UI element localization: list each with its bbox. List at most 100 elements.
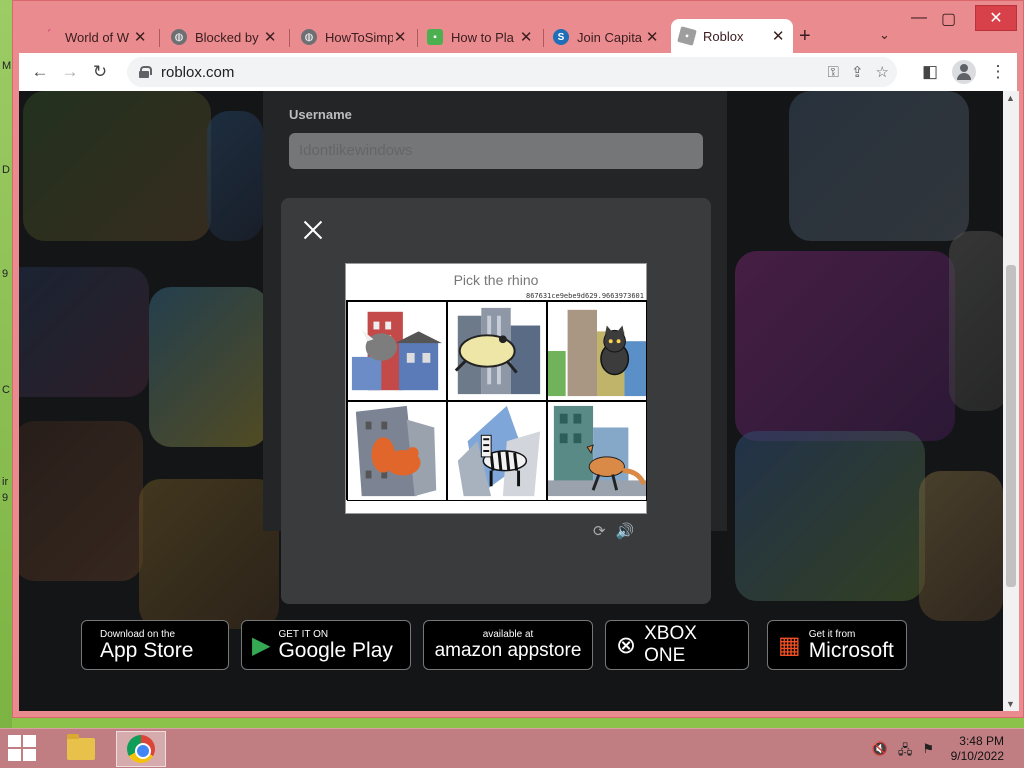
captcha-tile-squirrel[interactable] xyxy=(347,401,447,501)
bookmark-star-icon[interactable]: ☆ xyxy=(876,63,889,81)
tab-search-chevron-icon[interactable]: ⌄ xyxy=(879,27,890,43)
captcha-controls: ⟳ 🔊 xyxy=(593,522,634,540)
forward-arrow-icon[interactable]: → xyxy=(55,57,85,87)
action-center-icon[interactable]: ⚑ xyxy=(922,741,934,763)
xbox-one-badge[interactable]: ⊗ XBOX ONE xyxy=(605,620,749,670)
username-input[interactable]: Idontlikewindows xyxy=(289,133,703,169)
badge-text: GET IT ON Google Play xyxy=(278,629,392,662)
key-icon[interactable]: ⚿ xyxy=(828,64,839,81)
tab-join-capital[interactable]: S Join Capita ✕ xyxy=(545,21,667,53)
audio-icon[interactable]: 🔊 xyxy=(616,522,635,540)
file-explorer-taskbar-button[interactable] xyxy=(56,731,106,767)
lock-icon[interactable] xyxy=(139,66,152,78)
side-panel-icon[interactable]: ◧ xyxy=(915,57,945,87)
scrollbar-thumb[interactable] xyxy=(1006,265,1016,587)
tab-divider xyxy=(159,29,160,47)
captcha-tile-cat[interactable] xyxy=(547,301,647,401)
tab-world-of-warcraft[interactable]: ˊ World of W ✕ xyxy=(33,21,155,53)
scroll-down-icon[interactable]: ▼ xyxy=(1006,699,1015,709)
back-arrow-icon[interactable]: ← xyxy=(25,57,55,87)
tab-label: Join Capita xyxy=(577,29,643,45)
cat-icon xyxy=(548,309,646,397)
tab-close-icon[interactable]: ✕ xyxy=(519,28,533,46)
badge-text: available at amazon appstore xyxy=(435,629,582,662)
google-play-badge[interactable]: ▶ GET IT ON Google Play xyxy=(241,620,411,670)
tab-blocked[interactable]: ◍ Blocked by ✕ xyxy=(163,21,285,53)
captcha-grid xyxy=(346,300,647,501)
browser-window: ˊ World of W ✕ ◍ Blocked by ✕ ◍ HowToSim… xyxy=(12,0,1024,718)
badge-small-text: available at xyxy=(482,628,534,640)
volume-muted-icon[interactable]: 🔇 xyxy=(872,741,888,763)
badge-text: Get it from Microsoft xyxy=(809,629,894,662)
maximize-button[interactable]: ▢ xyxy=(941,9,956,29)
menu-kebab-icon[interactable]: ⋮ xyxy=(983,57,1013,87)
url-text[interactable]: roblox.com xyxy=(161,64,234,81)
app-store-badge[interactable]: Download on the App Store xyxy=(81,620,229,670)
captcha-challenge: Pick the rhino 867631ce9ebe9d629.9663973… xyxy=(345,263,647,514)
tab-roblox[interactable]: ▪ Roblox ✕ xyxy=(671,19,793,53)
badge-big-text: Microsoft xyxy=(808,638,894,662)
refresh-icon[interactable]: ⟳ xyxy=(593,522,606,540)
game-icon: ▪ xyxy=(427,29,443,45)
chrome-icon xyxy=(127,735,155,763)
new-tab-button[interactable]: + xyxy=(799,25,811,48)
badge-small-text: Get it from xyxy=(808,628,856,640)
chrome-taskbar-button[interactable] xyxy=(116,731,166,767)
reload-icon[interactable]: ↻ xyxy=(85,57,115,87)
share-icon[interactable]: ⇪ xyxy=(851,63,864,81)
tab-howtosimplify[interactable]: ◍ HowToSimp ✕ xyxy=(293,21,415,53)
captcha-tile-kangaroo[interactable] xyxy=(547,401,647,501)
tab-label: Blocked by xyxy=(195,29,259,45)
tab-divider xyxy=(417,29,418,47)
desktop-background: M D 9 C ir 9 xyxy=(0,0,12,728)
browser-toolbar: ← → ↻ roblox.com ⚿ ⇪ ☆ ◧ ⋮ xyxy=(19,53,1017,91)
desktop-icon-label[interactable]: 9 xyxy=(2,492,8,504)
scroll-up-icon[interactable]: ▲ xyxy=(1006,93,1015,103)
clock-time: 3:48 PM xyxy=(959,734,1004,748)
desktop-icon-label[interactable]: D xyxy=(2,164,10,176)
squirrel-icon xyxy=(355,405,437,497)
close-icon[interactable] xyxy=(301,218,325,242)
frog-icon xyxy=(454,307,541,395)
badge-big-text: amazon appstore xyxy=(434,639,582,661)
captcha-tile-rhino[interactable] xyxy=(347,301,447,401)
page-scrollbar[interactable]: ▲ ▼ xyxy=(1003,91,1019,711)
tab-how-to-play[interactable]: ▪ How to Pla ✕ xyxy=(419,21,541,53)
badge-big-text: Google Play xyxy=(278,638,393,662)
network-icon[interactable]: 🖧 xyxy=(898,741,913,763)
badge-big-text: App Store xyxy=(100,638,194,662)
animal-shape xyxy=(588,456,625,477)
zebra-icon xyxy=(457,405,541,497)
system-tray: 🔇 🖧 ⚑ xyxy=(872,741,934,763)
kangaroo-icon xyxy=(548,405,646,497)
taskbar: 🔇 🖧 ⚑ 3:48 PM 9/10/2022 xyxy=(0,728,1024,768)
xbox-icon: ⊗ xyxy=(616,631,637,659)
username-label: Username xyxy=(289,107,352,122)
globe-icon: ◍ xyxy=(171,29,187,45)
address-bar[interactable]: roblox.com ⚿ ⇪ ☆ xyxy=(127,57,897,87)
captcha-tile-frog[interactable] xyxy=(447,301,547,401)
tab-label: Roblox xyxy=(703,28,744,44)
desktop-icon-label[interactable]: ir xyxy=(2,476,8,488)
windows-start-icon[interactable] xyxy=(8,735,38,763)
microsoft-store-badge[interactable]: ▦ Get it from Microsoft xyxy=(767,620,907,670)
tab-close-icon[interactable]: ✕ xyxy=(771,27,785,45)
profile-button[interactable] xyxy=(949,57,979,87)
tab-close-icon[interactable]: ✕ xyxy=(263,28,277,46)
desktop-icon-label[interactable]: 9 xyxy=(2,268,8,280)
s-logo-icon: S xyxy=(553,29,569,45)
tab-close-icon[interactable]: ✕ xyxy=(393,28,407,46)
minimize-button[interactable]: — xyxy=(911,9,927,27)
tab-close-icon[interactable]: ✕ xyxy=(133,28,147,46)
amazon-appstore-badge[interactable]: available at amazon appstore xyxy=(423,620,593,670)
clock-date: 9/10/2022 xyxy=(950,749,1004,763)
close-window-button[interactable]: ✕ xyxy=(975,5,1017,31)
tab-close-icon[interactable]: ✕ xyxy=(645,28,659,46)
tab-label: How to Pla xyxy=(451,29,514,45)
badge-small-text: GET IT ON xyxy=(278,628,329,640)
captcha-tile-zebra[interactable] xyxy=(447,401,547,501)
badge-text: Download on the App Store xyxy=(100,629,193,662)
desktop-icon-label[interactable]: C xyxy=(2,384,10,396)
desktop-icon-label[interactable]: M xyxy=(2,60,11,72)
system-clock[interactable]: 3:48 PM 9/10/2022 xyxy=(951,734,1004,764)
